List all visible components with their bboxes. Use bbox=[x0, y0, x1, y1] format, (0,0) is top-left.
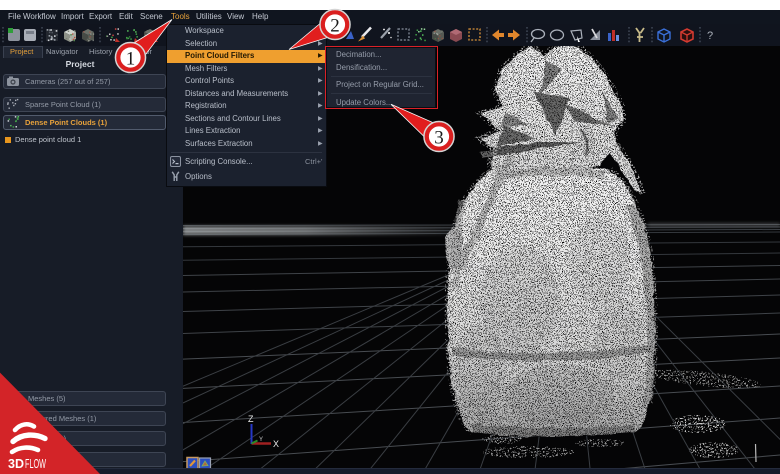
svg-text:FLOW: FLOW bbox=[25, 457, 46, 471]
svg-text:Z: Z bbox=[248, 414, 254, 424]
svg-text:3D: 3D bbox=[8, 457, 24, 471]
svg-text:Y: Y bbox=[259, 437, 263, 443]
svg-text:X: X bbox=[273, 439, 279, 449]
svg-text:?: ? bbox=[707, 30, 713, 42]
